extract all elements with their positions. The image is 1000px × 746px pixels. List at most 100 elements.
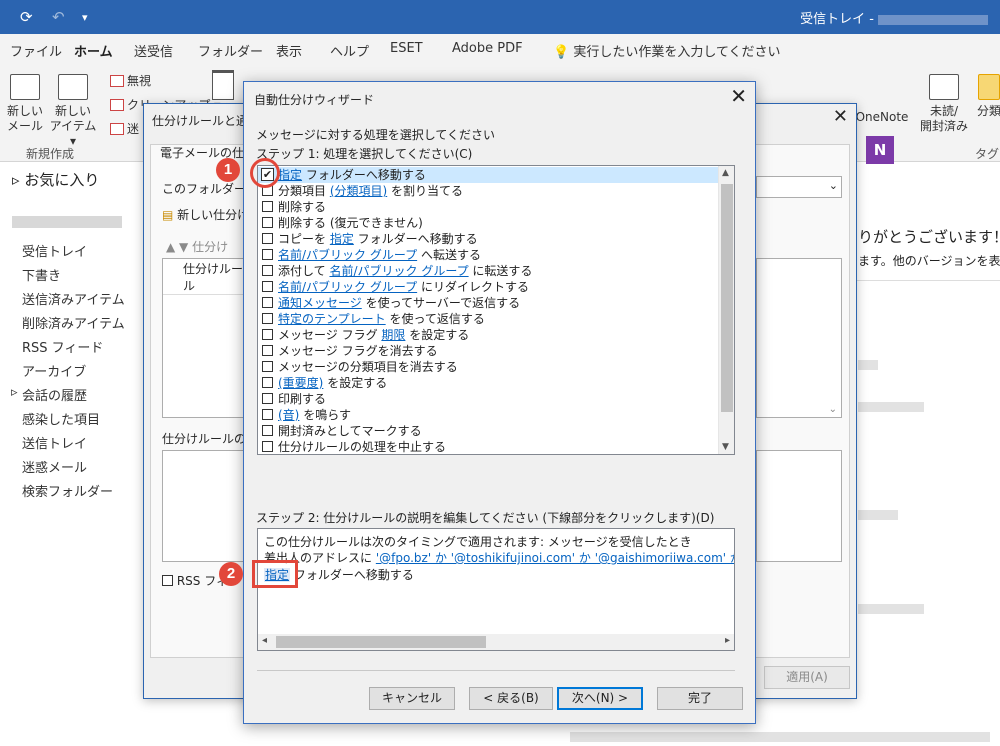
close-icon[interactable]: ✕ <box>833 106 848 127</box>
action-link[interactable]: 通知メッセージ <box>278 296 362 310</box>
action-redirect[interactable]: 名前/パブリック グループ にリダイレクトする <box>258 279 719 295</box>
favorites-header[interactable]: ▹ お気に入り <box>12 169 99 190</box>
classify-button[interactable]: 分類 <box>974 74 1000 119</box>
nav-rss[interactable]: RSS フィード <box>22 337 103 356</box>
action-checkbox[interactable] <box>262 297 273 308</box>
delete-icon[interactable] <box>212 70 234 100</box>
action-clear-category[interactable]: メッセージの分類項目を消去する <box>258 359 719 375</box>
action-link[interactable]: 名前/パブリック グループ <box>278 248 417 262</box>
action-checkbox[interactable] <box>262 377 273 388</box>
action-clear-flag[interactable]: メッセージ フラグを消去する <box>258 343 719 359</box>
scroll-up-icon[interactable]: ▲ <box>722 168 729 178</box>
action-set-importance[interactable]: (重要度) を設定する <box>258 375 719 391</box>
nav-sent[interactable]: 送信済みアイテム <box>22 289 125 308</box>
action-checkbox[interactable] <box>262 217 273 228</box>
onenote-icon[interactable]: N <box>866 136 894 164</box>
action-checkbox[interactable] <box>262 313 273 324</box>
tab-adobe-pdf[interactable]: Adobe PDF <box>452 41 523 56</box>
action-link[interactable]: (重要度) <box>278 376 323 390</box>
scroll-down-icon[interactable]: ▼ <box>722 442 729 452</box>
onenote-button[interactable]: OneNote <box>852 110 912 125</box>
move-rule-row[interactable]: ▲ ▼ 仕分け <box>166 238 228 255</box>
action-link[interactable]: (分類項目) <box>330 184 387 198</box>
rss-checkbox[interactable] <box>162 575 173 586</box>
action-play-sound[interactable]: (音) を鳴らす <box>258 407 719 423</box>
action-reply-template[interactable]: 特定のテンプレート を使って返信する <box>258 311 719 327</box>
nav-drafts[interactable]: 下書き <box>22 265 61 284</box>
action-checkbox[interactable] <box>262 441 273 452</box>
action-assign-category[interactable]: 分類項目 (分類項目) を割り当てる <box>258 183 719 199</box>
action-checkbox[interactable] <box>262 361 273 372</box>
sync-icon[interactable]: ⟳ <box>20 8 33 26</box>
action-checkbox[interactable] <box>262 201 273 212</box>
nav-infected[interactable]: 感染した項目 <box>22 409 100 428</box>
back-button[interactable]: < 戻る(B) <box>469 687 553 710</box>
nav-deleted[interactable]: 削除済みアイテム <box>22 313 125 332</box>
folder-select[interactable]: ⌄ <box>756 176 842 198</box>
action-link[interactable]: 名前/パブリック グループ <box>278 280 417 294</box>
reading-version-link[interactable]: ます。他のバージョンを表示する <box>858 252 1000 269</box>
undo-icon[interactable]: ↶ <box>52 8 65 26</box>
actions-scrollbar[interactable]: ▲ ▼ <box>718 166 734 454</box>
hscrollbar-thumb[interactable] <box>276 636 486 648</box>
nav-junk[interactable]: 迷惑メール <box>22 457 87 476</box>
ignore-button[interactable]: 無視 <box>110 72 151 89</box>
expand-icon[interactable]: ▹ <box>11 385 18 400</box>
action-server-reply[interactable]: 通知メッセージ を使ってサーバーで返信する <box>258 295 719 311</box>
nav-search-folders[interactable]: 検索フォルダー <box>22 481 113 500</box>
actions-list[interactable]: ✔ 指定 フォルダーへ移動する 分類項目 (分類項目) を割り当てる 削除する 削… <box>257 165 735 455</box>
tab-folder[interactable]: フォルダー <box>198 41 263 60</box>
action-delete-permanently[interactable]: 削除する (復元できません) <box>258 215 719 231</box>
desc-hscrollbar[interactable]: ◂ ▸ <box>258 634 734 650</box>
scroll-left-icon[interactable]: ◂ <box>262 635 267 646</box>
action-set-flag[interactable]: メッセージ フラグ 期限 を設定する <box>258 327 719 343</box>
new-rule-button[interactable]: ▤ 新しい仕分け <box>162 206 249 223</box>
action-checkbox[interactable] <box>262 409 273 420</box>
close-icon[interactable]: ✕ <box>730 84 747 108</box>
action-forward[interactable]: 名前/パブリック グループ へ転送する <box>258 247 719 263</box>
scroll-down-icon[interactable]: ⌄ <box>829 404 837 415</box>
tab-send-receive[interactable]: 送受信 <box>134 41 173 60</box>
action-print[interactable]: 印刷する <box>258 391 719 407</box>
action-checkbox[interactable] <box>262 345 273 356</box>
action-checkbox[interactable] <box>262 233 273 244</box>
junk-button[interactable]: 迷 <box>110 120 139 137</box>
sender-address-link[interactable]: '@fpo.bz' か '@toshikifujinoi.com' か '@ga… <box>376 551 734 565</box>
action-checkbox[interactable] <box>262 425 273 436</box>
action-link[interactable]: 指定 <box>278 168 302 182</box>
next-button[interactable]: 次へ(N) > <box>557 687 643 710</box>
rules-list[interactable]: 仕分けルール <box>162 258 244 418</box>
nav-conversation-history[interactable]: ▹ 会話の履歴 <box>11 385 87 404</box>
cancel-button[interactable]: キャンセル <box>369 687 455 710</box>
nav-archive[interactable]: アーカイブ <box>22 361 86 380</box>
action-checkbox[interactable] <box>262 265 273 276</box>
action-link[interactable]: 指定 <box>330 232 354 246</box>
action-checkbox[interactable] <box>262 249 273 260</box>
quick-access-dropdown-icon[interactable]: ▾ <box>82 11 88 24</box>
action-link[interactable]: 名前/パブリック グループ <box>329 264 468 278</box>
action-move-to-folder[interactable]: ✔ 指定 フォルダーへ移動する <box>258 167 719 183</box>
tab-eset[interactable]: ESET <box>390 41 423 56</box>
new-mail-button[interactable]: 新しい メール <box>6 74 44 134</box>
action-checkbox[interactable] <box>262 281 273 292</box>
scrollbar-thumb[interactable] <box>721 184 733 412</box>
tab-home[interactable]: ホーム <box>70 41 117 67</box>
action-link[interactable]: (音) <box>278 408 299 422</box>
scroll-right-icon[interactable]: ▸ <box>725 635 730 646</box>
action-mark-read[interactable]: 開封済みとしてマークする <box>258 423 719 439</box>
rules-list-right[interactable]: ⌄ <box>756 258 842 418</box>
action-forward-attachment[interactable]: 添付して 名前/パブリック グループ に転送する <box>258 263 719 279</box>
action-checkbox[interactable] <box>262 393 273 404</box>
action-delete[interactable]: 削除する <box>258 199 719 215</box>
action-link[interactable]: 期限 <box>381 328 405 342</box>
tab-help[interactable]: ヘルプ <box>330 41 369 60</box>
unread-read-button[interactable]: 未読/ 開封済み <box>918 74 970 134</box>
tell-me-search[interactable]: 💡 実行したい作業を入力してください <box>553 41 781 60</box>
tab-email-rules[interactable]: 電子メールの仕分 <box>160 144 256 161</box>
apply-button[interactable]: 適用(A) <box>764 666 850 689</box>
action-checkbox[interactable] <box>262 329 273 340</box>
new-item-button[interactable]: 新しい アイテム ▾ <box>48 74 98 149</box>
finish-button[interactable]: 完了 <box>657 687 743 710</box>
nav-outbox[interactable]: 送信トレイ <box>22 433 87 452</box>
account-name-blurred[interactable] <box>12 216 122 228</box>
